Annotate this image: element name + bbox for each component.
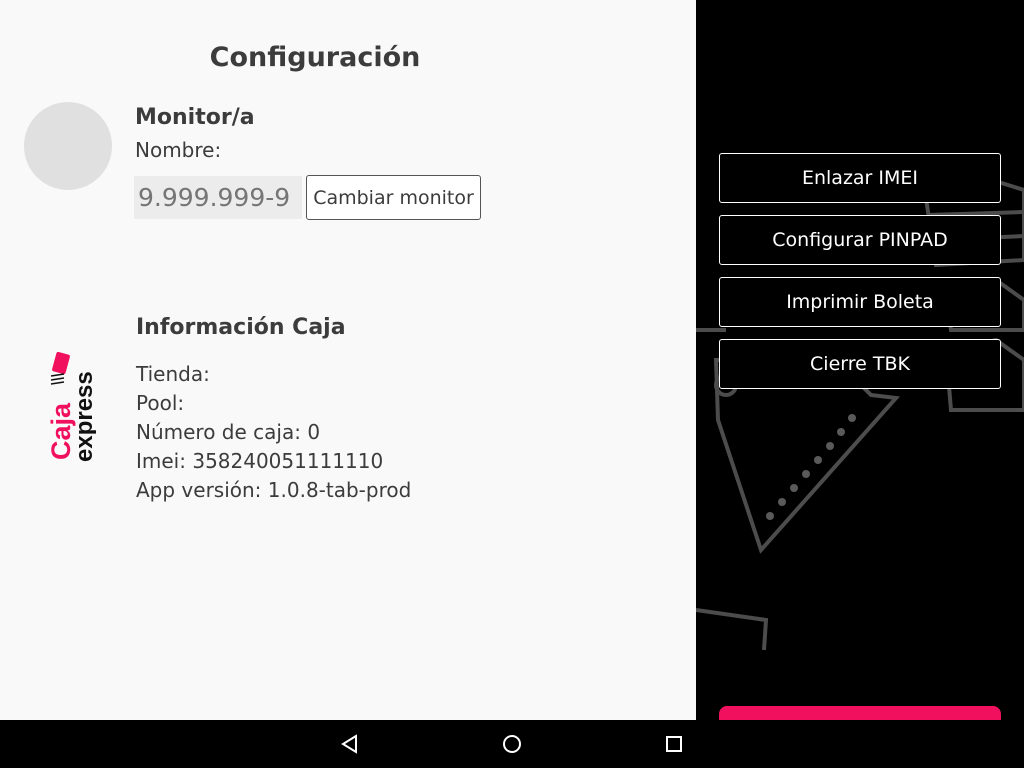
caja-express-logo: Caja express	[46, 352, 96, 462]
avatar	[24, 102, 112, 190]
caja-info-list: Tienda: Pool: Número de caja: 0 Imei: 35…	[136, 360, 411, 505]
enlazar-imei-button[interactable]: Enlazar IMEI	[719, 153, 1001, 203]
rut-input[interactable]	[134, 176, 302, 219]
home-icon[interactable]	[500, 732, 524, 756]
imei-label: Imei: 358240051111110	[136, 449, 384, 473]
pool-label: Pool:	[136, 391, 185, 415]
settings-panel: Configuración Monitor/a Nombre: Cambiar …	[0, 0, 696, 720]
app-version-label: App versión: 1.0.8-tab-prod	[136, 478, 412, 502]
monitor-name-label: Nombre:	[135, 138, 222, 162]
tienda-label: Tienda:	[136, 362, 210, 386]
caja-info-heading: Información Caja	[136, 315, 346, 340]
recents-icon[interactable]	[662, 732, 686, 756]
imprimir-boleta-button[interactable]: Imprimir Boleta	[719, 277, 1001, 327]
cierre-tbk-button[interactable]: Cierre TBK	[719, 339, 1001, 389]
change-monitor-button[interactable]: Cambiar monitor	[306, 175, 481, 220]
back-icon[interactable]	[338, 732, 362, 756]
monitor-heading: Monitor/a	[135, 105, 255, 130]
logo-express-text: express	[71, 371, 96, 462]
logo-card-icon	[50, 352, 70, 385]
numero-caja-label: Número de caja: 0	[136, 420, 321, 444]
page-title: Configuración	[209, 42, 421, 73]
configurar-pinpad-button[interactable]: Configurar PINPAD	[719, 215, 1001, 265]
system-navigation-bar	[0, 720, 1024, 768]
